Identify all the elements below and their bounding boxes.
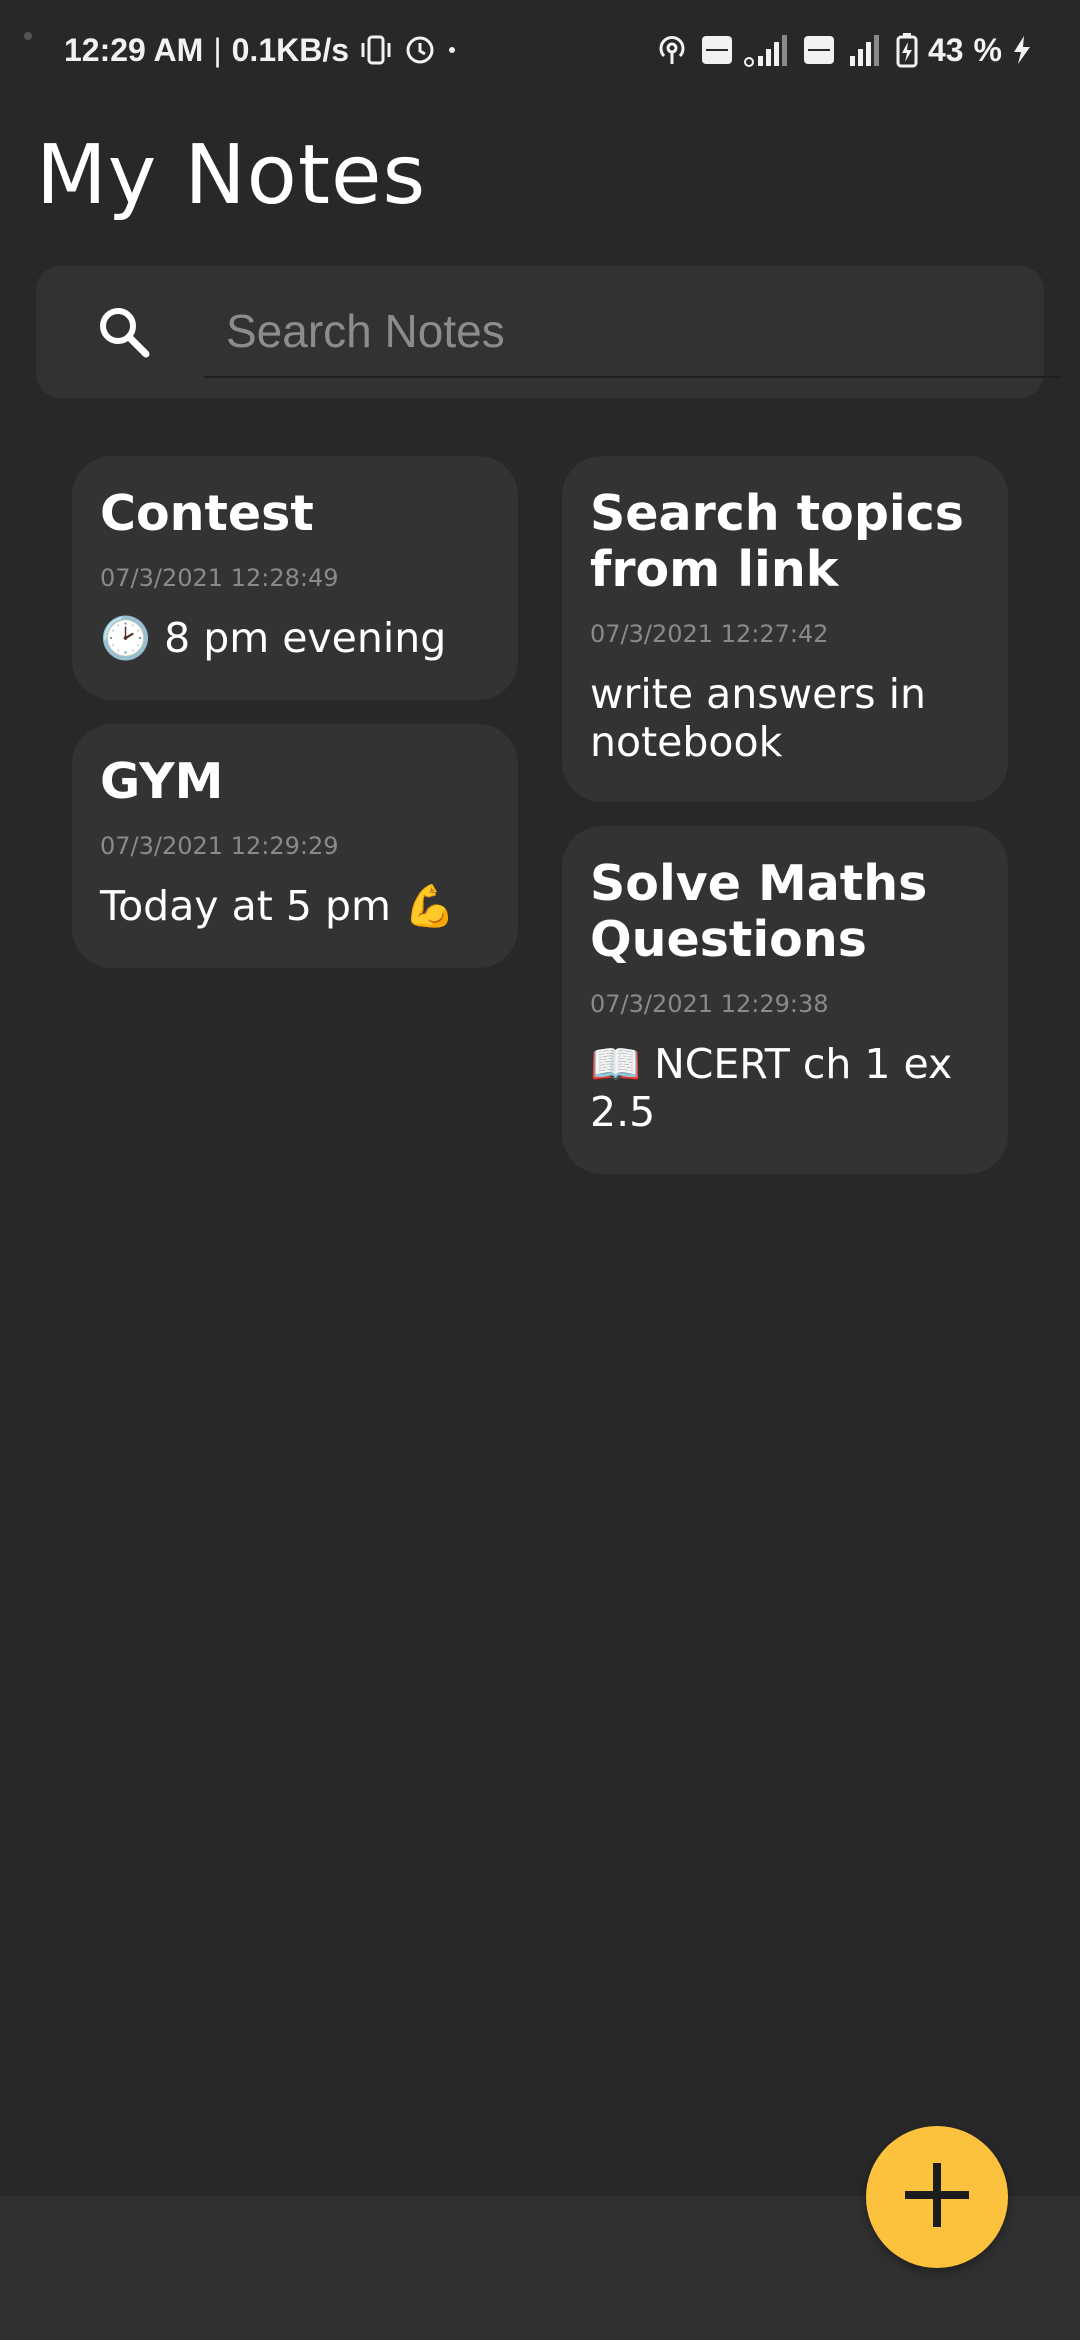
- signal-icon: [846, 32, 886, 68]
- note-card-gym[interactable]: GYM 07/3/2021 12:29:29 Today at 5 pm 💪: [72, 724, 518, 968]
- status-left: 12:29 AM | 0.1KB/s: [64, 32, 457, 69]
- status-right: 43 %: [654, 32, 1032, 69]
- battery-percent: 43: [927, 31, 964, 68]
- note-title: Solve Maths Questions: [590, 855, 928, 968]
- fast-charge-icon: [1012, 35, 1032, 65]
- hotspot-icon: [654, 32, 690, 68]
- note-body: 📖 NCERT ch 1 ex 2.5: [590, 1040, 953, 1136]
- status-separator: |: [213, 31, 222, 68]
- note-body: 🕑 8 pm evening: [100, 614, 447, 662]
- note-date: 07/3/2021 12:27:42: [590, 620, 829, 648]
- search-input[interactable]: [204, 286, 1062, 378]
- status-speed: 0.1KB/s: [231, 31, 350, 68]
- alarm-icon: [403, 33, 437, 67]
- add-note-button[interactable]: [866, 2126, 1008, 2268]
- battery-unit: %: [973, 31, 1002, 68]
- plus-icon: [901, 2159, 973, 2235]
- note-title: Contest: [100, 485, 314, 542]
- note-title: GYM: [100, 753, 224, 810]
- volte-icon: [700, 33, 734, 67]
- note-date: 07/3/2021 12:29:38: [590, 990, 829, 1018]
- search-bar[interactable]: [36, 266, 1062, 398]
- note-date: 07/3/2021 12:28:49: [100, 564, 339, 592]
- note-card-solve-maths[interactable]: Solve Maths Questions 07/3/2021 12:29:38…: [562, 826, 1008, 1174]
- status-bar: 12:29 AM | 0.1KB/s 43 %: [0, 0, 1080, 100]
- signal-4g-icon: [743, 32, 792, 68]
- volte-icon-2: [802, 33, 836, 67]
- search-icon[interactable]: [94, 302, 154, 362]
- page-title: My Notes: [36, 128, 427, 223]
- note-body: write answers in notebook: [590, 670, 926, 766]
- vibrate-icon: [359, 33, 393, 67]
- dot-icon: [447, 45, 457, 55]
- battery-charging-icon: [896, 32, 918, 68]
- note-card-search-topics[interactable]: Search topics from link 07/3/2021 12:27:…: [562, 456, 1008, 802]
- note-date: 07/3/2021 12:29:29: [100, 832, 339, 860]
- status-time: 12:29 AM: [64, 31, 204, 68]
- note-card-contest[interactable]: Contest 07/3/2021 12:28:49 🕑 8 pm evenin…: [72, 456, 518, 700]
- note-title: Search topics from link: [590, 485, 964, 598]
- note-body: Today at 5 pm 💪: [100, 882, 456, 930]
